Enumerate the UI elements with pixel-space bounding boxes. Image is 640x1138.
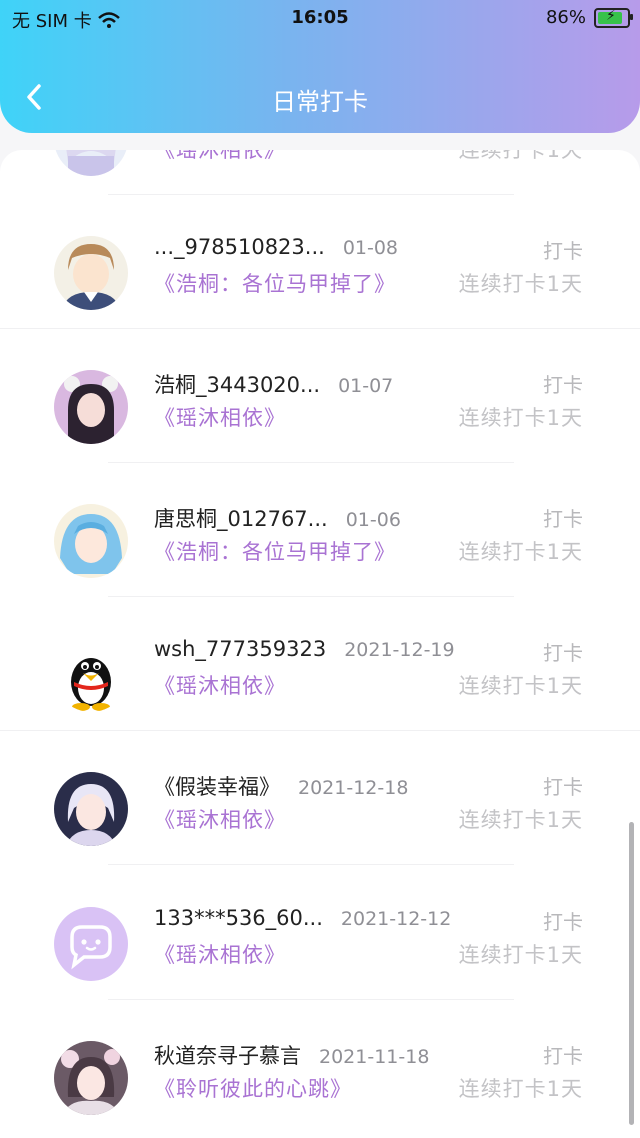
book-title[interactable]: 《浩桐：各位马甲掉了》 <box>154 268 396 298</box>
user-name: 浩桐_3443020... 01-07 <box>154 373 394 397</box>
battery-group: 86% ⚡ <box>545 7 633 28</box>
book-title[interactable]: 《瑶沐相依》 <box>154 804 286 834</box>
status-bar: 无 SIM 卡 16:05 86% ⚡ <box>0 0 640 34</box>
book-title[interactable]: 《瑶沐相依》 <box>154 670 286 700</box>
checkin-date: 2021-12-18 <box>298 777 409 799</box>
list-item[interactable]: 133***536_60... 2021-12-12 《瑶沐相依》 打卡 连续打卡… <box>0 866 640 1000</box>
user-name: 133***536_60... 2021-12-12 <box>154 906 452 930</box>
list-item[interactable]: 浩桐_3443020... 01-07 《瑶沐相依》 打卡 连续打卡1天 <box>0 329 640 463</box>
status-time: 16:05 <box>291 7 349 28</box>
user-name: 《假装幸福》 2021-12-18 <box>154 775 409 799</box>
anime-girl-avatar <box>54 150 128 176</box>
checkin-label: 打卡 <box>543 1044 583 1068</box>
page-title: 日常打卡 <box>272 88 368 116</box>
list-item[interactable]: 秋道奈寻子慕言 2021-11-18 《聆听彼此的心跳》 打卡 连续打卡1天 <box>0 1000 640 1134</box>
user-name: 秋道奈寻子慕言 2021-11-18 <box>154 1044 430 1068</box>
checkin-date: 2021-12-19 <box>344 639 455 661</box>
streak-text: 连续打卡1天 <box>458 540 583 564</box>
user-name: wsh_777359323 2021-12-19 <box>154 637 455 661</box>
streak-text: 连续打卡1天 <box>458 272 583 296</box>
blue-hair-anime-avatar <box>54 504 128 578</box>
streak-text: 连续打卡1天 <box>458 943 583 967</box>
nav-bar: 日常打卡 <box>0 78 640 118</box>
list-item[interactable]: ..._978510823... 01-08 《浩桐：各位马甲掉了》 打卡 连续打… <box>0 195 640 329</box>
checkin-list: 《瑶沐相依》 连续打卡1天 ..._978510823... 01-08 《浩桐：… <box>0 150 640 1138</box>
streak-text: 连续打卡1天 <box>458 1077 583 1101</box>
chat-bubble-avatar <box>54 907 128 981</box>
list-item[interactable]: 唐思桐_012767... 01-06 《浩桐：各位马甲掉了》 打卡 连续打卡1天 <box>0 463 640 597</box>
anime-boy-avatar <box>54 236 128 310</box>
streak-text: 连续打卡1天 <box>458 674 583 698</box>
user-name: ..._978510823... 01-08 <box>154 235 399 259</box>
list-item[interactable]: 《假装幸福》 2021-12-18 《瑶沐相依》 打卡 连续打卡1天 <box>0 731 640 865</box>
checkin-label: 打卡 <box>543 910 583 934</box>
user-name: 唐思桐_012767... 01-06 <box>154 507 401 531</box>
book-title[interactable]: 《浩桐：各位马甲掉了》 <box>154 536 396 566</box>
book-title[interactable]: 《瑶沐相依》 <box>154 402 286 432</box>
checkin-date: 01-08 <box>342 237 399 259</box>
checkin-label: 打卡 <box>543 507 583 531</box>
checkin-label: 打卡 <box>543 641 583 665</box>
checkin-date: 2021-12-12 <box>340 908 452 930</box>
battery-percent: 86% <box>545 7 586 28</box>
battery-icon: ⚡ <box>594 7 633 28</box>
scrollbar[interactable] <box>629 822 634 1125</box>
book-title[interactable]: 《瑶沐相依》 <box>154 939 286 969</box>
checkin-date: 01-06 <box>345 509 401 531</box>
checkin-label: 打卡 <box>543 373 583 397</box>
list-item[interactable]: wsh_777359323 2021-12-19 《瑶沐相依》 打卡 连续打卡1天 <box>0 597 640 731</box>
white-hair-avatar <box>54 772 128 846</box>
cosplay-avatar <box>54 370 128 444</box>
penguin-avatar <box>54 638 128 712</box>
list-item[interactable]: 《瑶沐相依》 连续打卡1天 <box>0 150 640 195</box>
checkin-date: 01-07 <box>338 375 394 397</box>
streak-text: 连续打卡1天 <box>458 150 583 162</box>
header: 无 SIM 卡 16:05 86% ⚡ 日常打卡 <box>0 0 640 133</box>
checkin-date: 2021-11-18 <box>319 1046 430 1068</box>
book-title[interactable]: 《聆听彼此的心跳》 <box>154 1073 352 1103</box>
streak-text: 连续打卡1天 <box>458 406 583 430</box>
divider <box>108 864 514 865</box>
checkin-label: 打卡 <box>543 239 583 263</box>
streak-text: 连续打卡1天 <box>458 808 583 832</box>
book-title[interactable]: 《瑶沐相依》 <box>154 150 286 164</box>
flower-girl-avatar <box>54 1041 128 1115</box>
checkin-label: 打卡 <box>543 775 583 799</box>
